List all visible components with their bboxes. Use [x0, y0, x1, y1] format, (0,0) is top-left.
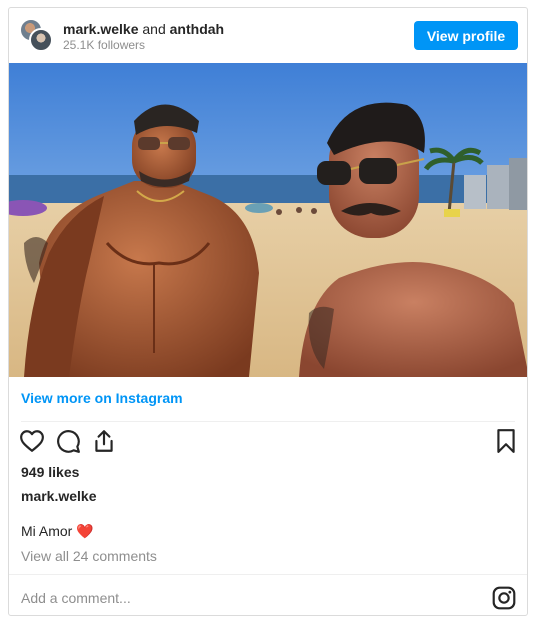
instagram-embed-card: mark.welke and anthdah 25.1K followers V…	[8, 7, 528, 616]
beach-photo	[9, 63, 527, 377]
follower-count: 25.1K followers	[63, 38, 146, 52]
post-image[interactable]	[9, 63, 527, 377]
heart-icon[interactable]	[19, 428, 47, 456]
bookmark-icon[interactable]	[493, 428, 521, 456]
divider	[21, 421, 515, 422]
heart-emoji: ❤️	[76, 523, 94, 539]
post-header: mark.welke and anthdah 25.1K followers V…	[9, 8, 527, 62]
action-bar	[9, 428, 527, 456]
comment-icon[interactable]	[55, 428, 83, 456]
view-comments-link[interactable]: View all 24 comments	[21, 548, 157, 564]
avatar[interactable]	[29, 28, 53, 52]
share-icon[interactable]	[91, 428, 119, 456]
view-profile-button[interactable]: View profile	[414, 21, 518, 50]
instagram-icon[interactable]	[491, 585, 517, 611]
username-link[interactable]: mark.welke	[63, 21, 139, 37]
username-link[interactable]: anthdah	[170, 21, 224, 37]
add-comment-input[interactable]: Add a comment...	[21, 590, 131, 606]
caption-username[interactable]: mark.welke	[21, 488, 97, 504]
caption-text: Mi Amor	[21, 523, 73, 539]
caption: Mi Amor ❤️	[21, 523, 94, 540]
divider	[9, 574, 527, 575]
usernames: mark.welke and anthdah	[63, 21, 224, 38]
like-count[interactable]: 949 likes	[21, 464, 79, 480]
names-connector: and	[142, 21, 166, 37]
view-more-link[interactable]: View more on Instagram	[21, 390, 183, 406]
avatar-group[interactable]	[19, 18, 53, 52]
